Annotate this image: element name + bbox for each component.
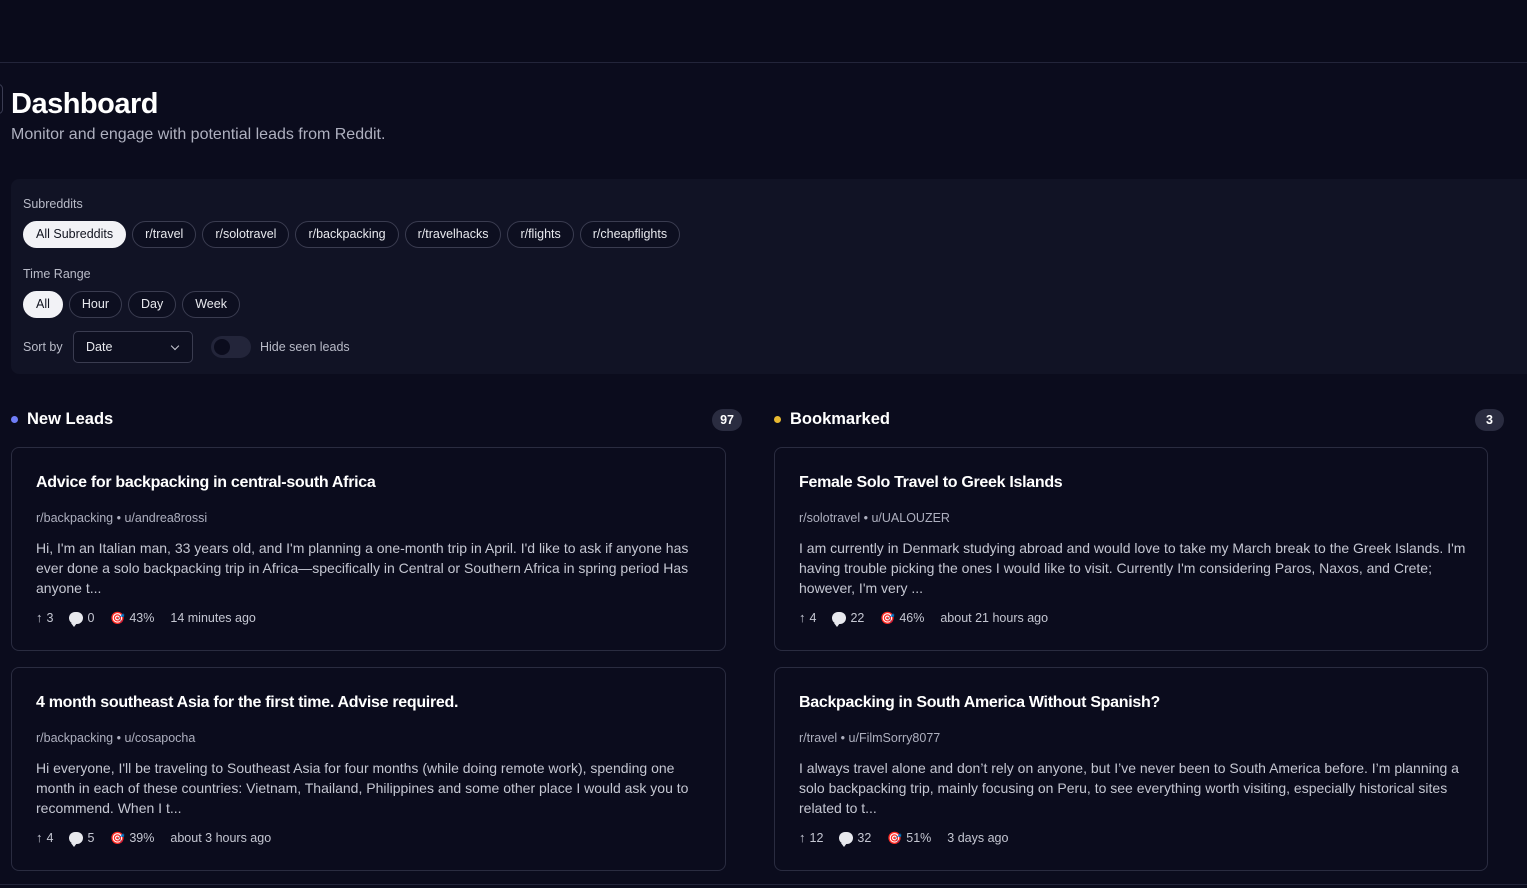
bookmarked-count: 3 bbox=[1475, 409, 1504, 431]
upvote-count: 4 bbox=[46, 830, 54, 845]
comment-count: 0 bbox=[87, 610, 95, 625]
time-range-chips: All Hour Day Week bbox=[23, 291, 240, 318]
new-leads-title: New Leads bbox=[27, 410, 114, 428]
time-stat: about 3 hours ago bbox=[170, 830, 272, 845]
score-stat: 🎯 51% bbox=[887, 831, 931, 845]
score-stat: 🎯 46% bbox=[880, 611, 924, 625]
bottom-divider bbox=[0, 884, 1527, 885]
comment-stat: 32 bbox=[839, 830, 872, 847]
score-value: 39% bbox=[129, 830, 155, 845]
new-leads-count: 97 bbox=[712, 409, 742, 431]
comment-stat: 0 bbox=[69, 610, 95, 627]
comment-bubble-icon bbox=[69, 831, 84, 847]
time-stat: 3 days ago bbox=[947, 830, 1009, 845]
top-bar bbox=[0, 0, 1527, 63]
lead-card[interactable]: 4 month southeast Asia for the first tim… bbox=[11, 667, 726, 871]
lead-stats: ↑ 12 32 🎯 51% 3 days ago bbox=[799, 830, 1009, 847]
subreddits-label: Subreddits bbox=[23, 197, 83, 211]
lead-body: I always travel alone and don’t rely on … bbox=[799, 760, 1459, 816]
lead-meta: r/solotravel • u/UALOUZER bbox=[799, 511, 950, 525]
lead-title[interactable]: Female Solo Travel to Greek Islands bbox=[799, 474, 1469, 492]
bookmarked-title: Bookmarked bbox=[790, 410, 890, 428]
lead-card[interactable]: Advice for backpacking in central-south … bbox=[11, 447, 726, 651]
score-stat: 🎯 39% bbox=[110, 831, 154, 845]
lead-stats: ↑ 4 22 🎯 46% about 21 hours ago bbox=[799, 610, 1049, 627]
comment-count: 32 bbox=[857, 830, 872, 845]
sidebar-toggle-handle[interactable] bbox=[0, 84, 3, 114]
page-title: Dashboard bbox=[11, 88, 158, 120]
chevron-down-icon bbox=[170, 341, 180, 351]
arrow-up-icon: ↑ bbox=[36, 610, 43, 625]
lead-meta: r/travel • u/FilmSorry8077 bbox=[799, 731, 941, 745]
comment-bubble-icon bbox=[839, 831, 854, 847]
upvote-count: 3 bbox=[46, 610, 54, 625]
upvote-stat: ↑ 4 bbox=[36, 830, 53, 845]
lead-body: Hi everyone, I'll be traveling to Southe… bbox=[36, 760, 689, 816]
chip-time-all[interactable]: All bbox=[23, 291, 63, 318]
upvote-count: 12 bbox=[809, 830, 824, 845]
bookmarked-dot bbox=[774, 416, 781, 423]
time-range-label: Time Range bbox=[23, 267, 91, 281]
chip-time-day[interactable]: Day bbox=[128, 291, 177, 318]
chip-all-subreddits[interactable]: All Subreddits bbox=[23, 221, 127, 248]
lead-title[interactable]: 4 month southeast Asia for the first tim… bbox=[36, 694, 706, 712]
score-value: 46% bbox=[899, 610, 925, 625]
chip-r-flights[interactable]: r/flights bbox=[507, 221, 574, 248]
hide-seen-label: Hide seen leads bbox=[260, 340, 350, 354]
target-icon: 🎯 bbox=[110, 610, 126, 625]
score-value: 51% bbox=[906, 830, 932, 845]
lead-meta: r/backpacking • u/andrea8rossi bbox=[36, 511, 208, 525]
comment-count: 22 bbox=[850, 610, 865, 625]
new-leads-dot bbox=[11, 416, 18, 423]
chip-r-solotravel[interactable]: r/solotravel bbox=[202, 221, 290, 248]
target-icon: 🎯 bbox=[880, 610, 896, 625]
target-icon: 🎯 bbox=[887, 830, 903, 845]
chip-r-backpacking[interactable]: r/backpacking bbox=[295, 221, 399, 248]
lead-title[interactable]: Backpacking in South America Without Spa… bbox=[799, 694, 1469, 712]
arrow-up-icon: ↑ bbox=[799, 830, 806, 845]
time-stat: 14 minutes ago bbox=[170, 610, 256, 625]
lead-card[interactable]: Backpacking in South America Without Spa… bbox=[774, 667, 1488, 871]
upvote-stat: ↑ 3 bbox=[36, 610, 53, 625]
lead-meta: r/backpacking • u/cosapocha bbox=[36, 731, 196, 745]
chip-r-cheapflights[interactable]: r/cheapflights bbox=[579, 221, 681, 248]
arrow-up-icon: ↑ bbox=[799, 610, 806, 625]
lead-title[interactable]: Advice for backpacking in central-south … bbox=[36, 474, 706, 492]
upvote-count: 4 bbox=[809, 610, 817, 625]
page-subtitle: Monitor and engage with potential leads … bbox=[11, 126, 386, 143]
filters-panel: Subreddits All Subreddits r/travel r/sol… bbox=[11, 179, 1527, 374]
target-icon: 🎯 bbox=[110, 830, 126, 845]
lead-stats: ↑ 4 5 🎯 39% about 3 hours ago bbox=[36, 830, 272, 847]
score-value: 43% bbox=[129, 610, 155, 625]
chip-r-travelhacks[interactable]: r/travelhacks bbox=[404, 221, 502, 248]
comment-bubble-icon bbox=[69, 611, 84, 627]
comment-count: 5 bbox=[87, 830, 95, 845]
lead-card[interactable]: Female Solo Travel to Greek Islands r/so… bbox=[774, 447, 1488, 651]
sort-by-value: Date bbox=[86, 340, 113, 354]
comment-bubble-icon bbox=[832, 611, 847, 627]
upvote-stat: ↑ 4 bbox=[799, 610, 816, 625]
sort-by-label: Sort by bbox=[23, 340, 63, 354]
comment-stat: 22 bbox=[832, 610, 865, 627]
upvote-stat: ↑ 12 bbox=[799, 830, 823, 845]
chip-r-travel[interactable]: r/travel bbox=[132, 221, 197, 248]
comment-stat: 5 bbox=[69, 830, 95, 847]
lead-body: I am currently in Denmark studying abroa… bbox=[799, 540, 1466, 596]
chip-time-hour[interactable]: Hour bbox=[68, 291, 122, 318]
score-stat: 🎯 43% bbox=[110, 611, 154, 625]
arrow-up-icon: ↑ bbox=[36, 830, 43, 845]
sort-by-select[interactable]: Date bbox=[73, 331, 193, 363]
toggle-knob bbox=[214, 339, 230, 355]
subreddit-chips: All Subreddits r/travel r/solotravel r/b… bbox=[23, 221, 681, 248]
chip-time-week[interactable]: Week bbox=[182, 291, 240, 318]
new-leads-header: New Leads 97 bbox=[11, 409, 742, 431]
bookmarked-header: Bookmarked 3 bbox=[774, 409, 1504, 431]
lead-body: Hi, I'm an Italian man, 33 years old, an… bbox=[36, 540, 689, 596]
lead-stats: ↑ 3 0 🎯 43% 14 minutes ago bbox=[36, 610, 256, 627]
time-stat: about 21 hours ago bbox=[940, 610, 1049, 625]
hide-seen-toggle[interactable] bbox=[211, 336, 251, 358]
